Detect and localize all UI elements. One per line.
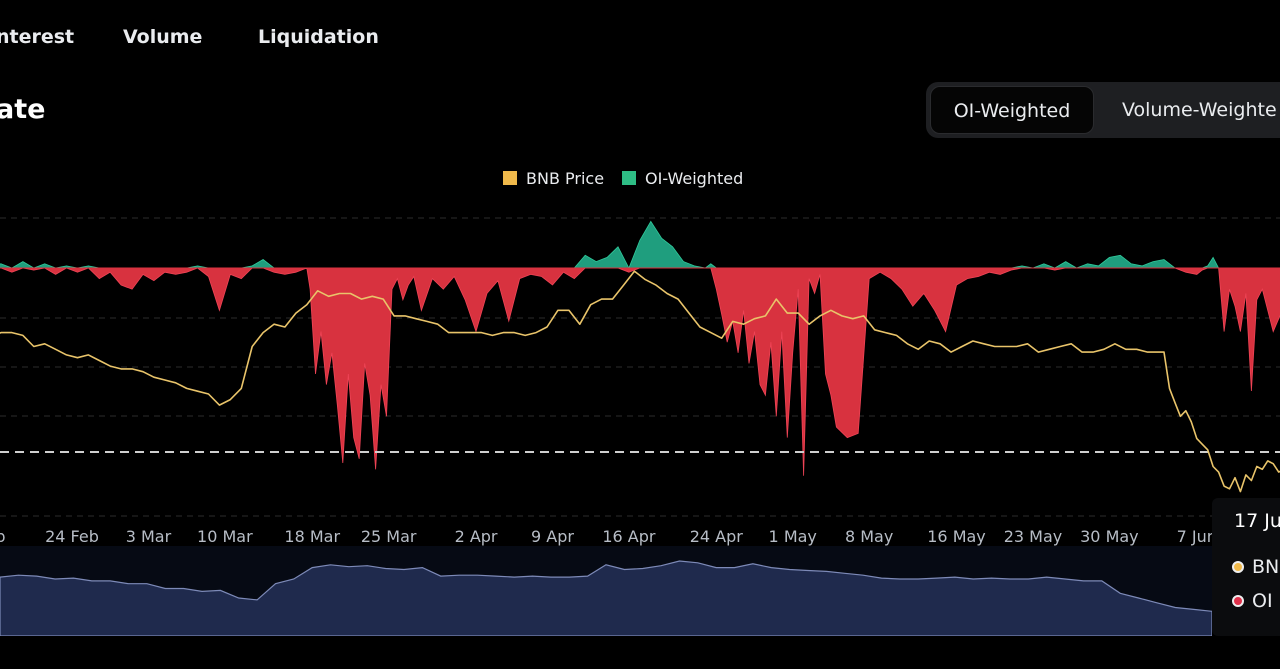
chart-legend: BNB Price OI-Weighted [503,167,761,189]
legend-label-bnb-price: BNB Price [526,168,605,188]
x-tick-label: 16 Apr [602,527,656,546]
x-tick-label: 1 May [769,527,817,546]
legend-item-bnb-price[interactable]: BNB Price [503,169,604,188]
bnb-price-path [0,270,1280,493]
tooltip-date: 17 Ju [1234,510,1280,532]
x-tick-label: 23 May [1004,527,1063,546]
tooltip-row-bnb-price: BN [1232,556,1279,578]
oi-weighted-swatch [622,171,637,185]
x-tick-label: 24 Apr [690,527,744,546]
page-title: ate [0,94,46,125]
x-axis-ticks: eb 24 Feb 3 Mar 10 Mar 18 Mar 25 Mar 2 Apr 9 Ap… [0,527,1280,546]
x-tick-label: 2 Apr [455,527,498,546]
oi-weighted-negative-area [0,267,1280,476]
x-tick-label: 24 Feb [45,527,99,546]
x-tick-label: 3 Mar [126,527,172,546]
oi-weighted-button[interactable]: OI-Weighted [930,86,1094,134]
tooltip-label-oi: OI [1252,590,1273,612]
x-tick-label: 7 Jun [1177,527,1217,546]
x-tick-label: 10 Mar [197,527,253,546]
bnb-price-line [0,270,1280,493]
weighting-toggle: OI-Weighted Volume-Weighte [926,82,1280,138]
range-navigator[interactable] [0,546,1212,636]
tab-open-interest[interactable]: nterest [0,26,74,48]
bnb-price-dot-icon [1232,561,1244,573]
oi-weighted-dot-icon [1232,595,1244,607]
funding-areas [0,220,1280,476]
tooltip-row-oi-weighted: OI [1232,590,1273,612]
x-tick-label: 30 May [1080,527,1139,546]
tab-volume[interactable]: Volume [123,26,202,48]
x-tick-label: 16 May [927,527,986,546]
legend-item-oi-weighted[interactable]: OI-Weighted [622,169,743,188]
legend-label-oi-weighted: OI-Weighted [645,168,744,188]
funding-rate-chart[interactable]: eb 24 Feb 3 Mar 10 Mar 18 Mar 25 Mar 2 Apr 9 Ap… [0,200,1280,546]
x-tick-label: 9 Apr [531,527,574,546]
volume-weighted-button[interactable]: Volume-Weighte [1122,86,1277,134]
x-tick-label: 8 May [845,527,893,546]
x-tick-label: 25 Mar [361,527,417,546]
tab-liquidation[interactable]: Liquidation [258,26,379,48]
tooltip-label-bnb: BN [1252,556,1280,578]
bnb-price-swatch [503,171,517,185]
oi-weighted-positive-area [0,220,1280,269]
hover-tooltip: 17 Ju BN OI [1212,498,1280,636]
x-tick-label: eb [0,527,6,546]
x-tick-label: 18 Mar [284,527,340,546]
